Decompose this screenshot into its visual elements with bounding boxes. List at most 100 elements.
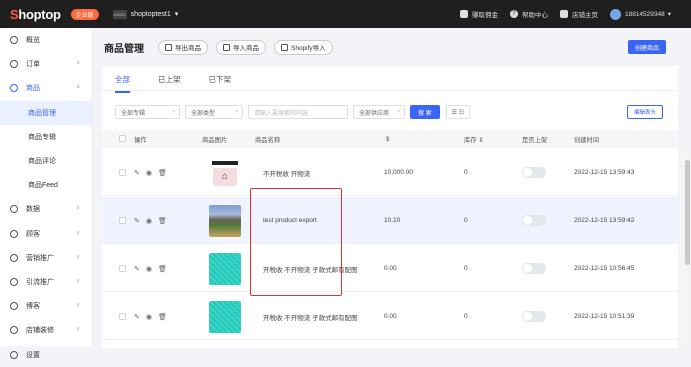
caret-down-icon: ▾ (667, 11, 671, 18)
edit-icon[interactable]: ✎ (134, 217, 140, 225)
store-logo: LOGO (112, 9, 127, 19)
shopify-icon (281, 43, 288, 51)
sidebar-item-product-management[interactable]: 商品管理 (0, 100, 92, 125)
settings-icon (10, 350, 18, 359)
earn-commission-link[interactable]: 赚取佣金 (459, 9, 498, 19)
listed-toggle[interactable] (522, 263, 546, 274)
store-home-link[interactable]: 店铺主页 (559, 9, 598, 19)
store-switcher[interactable]: LOGO shoptoptest1 ▾ (112, 9, 179, 19)
chart-icon (459, 10, 468, 18)
col-image: 商品图片 (202, 136, 228, 144)
create-product-button[interactable]: 创建商品 (627, 40, 666, 54)
sidebar-item-overview[interactable]: 概览 (0, 28, 92, 52)
sidebar-item-customers[interactable]: 顾客 ˅ (0, 222, 92, 246)
import-icon (223, 43, 230, 51)
delete-icon[interactable]: 🗑 (158, 265, 167, 273)
view-icon[interactable]: ◉ (146, 313, 152, 321)
table-row[interactable]: ✎ ◉ 🗑 ⌂ 不开税收 开物流 10,000.00 0 2022-12-15 13… (102, 149, 678, 196)
export-icon (165, 43, 172, 51)
marketing-icon (10, 253, 18, 262)
search-button[interactable]: 搜 索 (410, 105, 440, 119)
product-image (209, 204, 241, 237)
view-icon[interactable]: ◉ (146, 217, 152, 225)
view-toggle-button[interactable]: ☰ ☷ (445, 105, 471, 119)
sidebar-item-data[interactable]: 数据 ˅ (0, 197, 92, 221)
col-name: 商品名称 (255, 136, 281, 144)
import-products-button[interactable]: 导入商品 (216, 39, 266, 55)
view-icon[interactable]: ◉ (146, 265, 152, 273)
top-bar: Shoptop 企业版 LOGO shoptoptest1 ▾ 赚取佣金 ? 帮助… (0, 0, 691, 28)
sidebar: 概览 订单 ˅ 商品 ˄ 商品管理 商品专辑 商品评论 商品Feed 数据 ˅ 顾客 ˅… (0, 28, 93, 359)
chevron-up-icon: ˄ (76, 85, 80, 92)
product-name[interactable]: 开税收 不开物流 子款式邮有配图 (263, 293, 358, 340)
user-menu[interactable]: 18814529348 ▾ (609, 8, 671, 20)
edit-icon[interactable]: ✎ (134, 313, 140, 321)
shoptop-logo[interactable]: Shoptop (10, 7, 61, 22)
store-name: shoptoptest1 (130, 10, 171, 18)
listed-toggle[interactable] (522, 215, 546, 226)
export-products-button[interactable]: 导出商品 (158, 39, 208, 55)
product-stock: 0 (464, 313, 468, 320)
col-price[interactable]: $ (386, 130, 390, 148)
product-stock: 0 (464, 169, 468, 176)
shopify-import-button[interactable]: Shopify导入 (274, 39, 333, 55)
sidebar-item-marketing[interactable]: 营销推广 ˅ (0, 246, 92, 270)
album-select[interactable]: 全部专辑 ˅ (115, 105, 180, 119)
sidebar-item-traffic[interactable]: 引流推广 ˅ (0, 270, 92, 294)
sidebar-item-products[interactable]: 商品 ˄ (0, 76, 92, 100)
delete-icon[interactable]: 🗑 (158, 169, 167, 177)
view-icon[interactable]: ◉ (146, 169, 152, 177)
sidebar-item-product-albums[interactable]: 商品专辑 (0, 125, 92, 149)
row-checkbox[interactable] (119, 313, 126, 320)
chevron-down-icon: ˅ (76, 254, 80, 261)
product-image (209, 300, 241, 333)
chevron-down-icon: ˅ (76, 303, 80, 310)
created-time: 2022-12-15 10:51:39 (574, 313, 635, 320)
decor-icon (10, 326, 18, 335)
select-all-checkbox[interactable] (119, 135, 126, 142)
chevron-down-icon: ˅ (76, 278, 80, 285)
chevron-down-icon: ˅ (76, 230, 80, 237)
row-checkbox[interactable] (119, 265, 126, 272)
col-stock[interactable]: 库存 ⇕ (464, 130, 484, 148)
product-price: 10.10 (384, 217, 401, 224)
listed-toggle[interactable] (522, 167, 546, 178)
search-input[interactable]: 请输入要搜索的内容 (248, 105, 348, 119)
row-checkbox[interactable] (119, 169, 126, 176)
table-row[interactable]: ✎ ◉ 🗑 test product export 10.10 0 2022-12-… (102, 197, 678, 244)
sidebar-item-settings[interactable]: 设置 (0, 342, 92, 366)
scrollbar[interactable] (684, 152, 691, 342)
customer-icon (10, 229, 18, 238)
product-price: 0.00 (384, 313, 397, 320)
home-icon (559, 10, 568, 18)
product-image (209, 252, 241, 285)
type-select[interactable]: 全部类型 ˅ (185, 105, 243, 119)
edit-icon[interactable]: ✎ (134, 265, 140, 273)
delete-icon[interactable]: 🗑 (158, 313, 167, 321)
sidebar-item-product-feed[interactable]: 商品Feed (0, 173, 92, 197)
scrollbar-thumb[interactable] (685, 160, 690, 265)
delete-icon[interactable]: 🗑 (158, 217, 167, 225)
chevron-down-icon: ˅ (235, 109, 238, 115)
table-header: 操作 商品图片 商品名称 $ 库存 ⇕ 是否上架 创建时间 (102, 130, 678, 148)
sidebar-item-store-decor[interactable]: 店铺装修 ˅ (0, 318, 92, 342)
order-icon (10, 60, 18, 69)
sidebar-item-blog[interactable]: 博客 ˅ (0, 294, 92, 318)
edit-columns-button[interactable]: 编辑表头 (626, 105, 663, 119)
listed-toggle[interactable] (522, 311, 546, 322)
table-row[interactable]: ✎ ◉ 🗑 开税收 不开物流 子款式邮有配图 0.00 0 2022-12-15 1… (102, 293, 678, 340)
sidebar-item-orders[interactable]: 订单 ˅ (0, 52, 92, 76)
edit-icon[interactable]: ✎ (134, 169, 140, 177)
created-time: 2022-12-15 13:59:43 (574, 169, 635, 176)
chevron-down-icon: ˅ (76, 206, 80, 213)
supplier-select[interactable]: 全部供应商 ˅ (353, 105, 405, 119)
row-checkbox[interactable] (119, 217, 126, 224)
blog-icon (10, 302, 18, 311)
help-center-link[interactable]: ? 帮助中心 (509, 9, 548, 19)
main-content: 商品管理 导出商品 导入商品 Shopify导入 创建商品 全部 已上架 已下架… (94, 28, 691, 348)
data-icon (10, 205, 18, 214)
sidebar-item-product-reviews[interactable]: 商品评论 (0, 149, 92, 173)
table-row[interactable]: ✎ ◉ 🗑 开税收 不开物流 子款式邮有配图 0.00 0 2022-12-15 1… (102, 245, 678, 292)
caret-down-icon: ▾ (174, 11, 179, 18)
filter-bar: 全部专辑 ˅ 全部类型 ˅ 请输入要搜索的内容 全部供应商 ˅ 搜 索 ☰ ☷ 编辑表… (115, 105, 675, 119)
